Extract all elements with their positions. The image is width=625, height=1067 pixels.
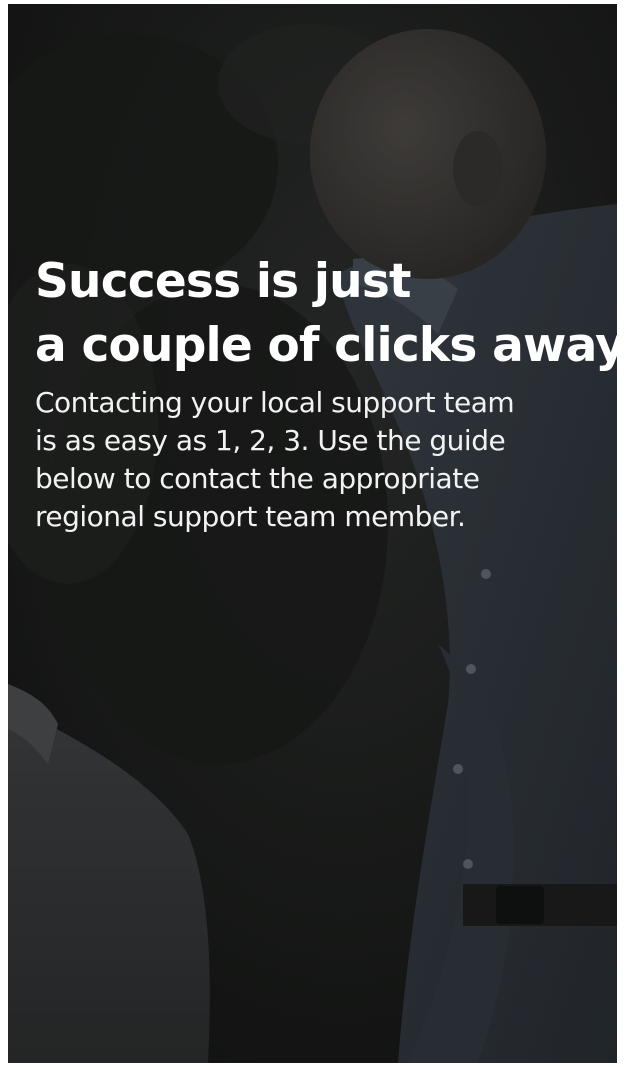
hero-content: Success is just a couple of clicks away … [35, 250, 617, 536]
page: Success is just a couple of clicks away … [0, 0, 625, 1067]
hero-banner: Success is just a couple of clicks away … [8, 4, 617, 1063]
hero-title: Success is just a couple of clicks away [35, 250, 617, 378]
hero-title-line: Success is just [35, 254, 411, 309]
hero-description-line: regional support team member. [35, 500, 466, 533]
hero-description: Contacting your local support team is as… [35, 384, 605, 536]
hero-description-line: Contacting your local support team [35, 386, 515, 419]
hero-description-line: is as easy as 1, 2, 3. Use the guide [35, 424, 506, 457]
hero-description-line: below to contact the appropriate [35, 462, 480, 495]
hero-title-line: a couple of clicks away [35, 318, 617, 373]
